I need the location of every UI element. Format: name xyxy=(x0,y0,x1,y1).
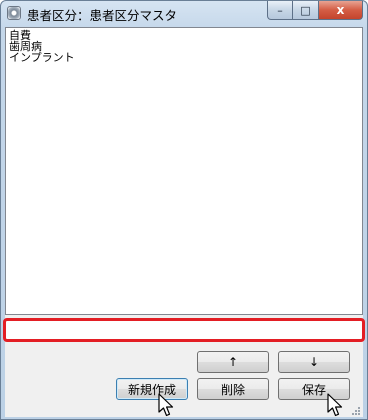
list-item[interactable]: インプラント xyxy=(9,52,359,63)
delete-button[interactable]: 削除 xyxy=(197,378,269,400)
title-bar[interactable]: 患者区分：患者区分マスタ – □ x xyxy=(1,1,367,25)
maximize-button[interactable]: □ xyxy=(293,1,319,20)
close-button[interactable]: x xyxy=(319,1,363,20)
client-area: 自費 歯周病 インプラント ↑ ↓ 新規作成 削除 保存 xyxy=(3,27,365,419)
category-listbox[interactable]: 自費 歯周病 インプラント xyxy=(5,27,363,315)
category-name-input[interactable] xyxy=(6,321,362,339)
window-controls: – □ x xyxy=(267,1,363,20)
new-button[interactable]: 新規作成 xyxy=(116,378,188,400)
mouse-pointer-icon xyxy=(327,393,345,419)
list-item[interactable]: 自費 xyxy=(9,30,359,41)
move-down-button[interactable]: ↓ xyxy=(278,351,350,373)
resize-grip-icon[interactable] xyxy=(351,405,361,415)
main-window: 患者区分：患者区分マスタ – □ x 自費 歯周病 インプラント ↑ ↓ 新規作… xyxy=(0,0,368,420)
move-up-button[interactable]: ↑ xyxy=(197,351,269,373)
mouse-pointer-icon xyxy=(158,393,176,419)
gear-icon[interactable] xyxy=(7,6,21,20)
highlighted-input-box xyxy=(3,318,365,342)
minimize-button[interactable]: – xyxy=(267,1,293,20)
window-title: 患者区分：患者区分マスタ xyxy=(27,8,178,23)
